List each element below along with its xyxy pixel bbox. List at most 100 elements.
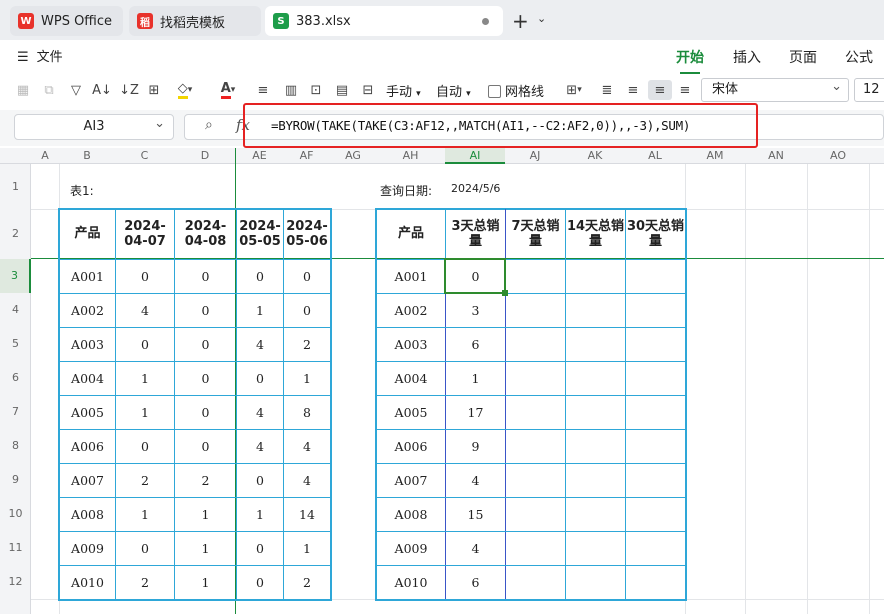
left-table-cell[interactable]: 0	[283, 293, 331, 328]
row-header-12[interactable]: 12	[0, 565, 31, 599]
calc-auto-button[interactable]: 自动 ▾	[436, 81, 471, 100]
right-table-cell[interactable]: A001	[376, 259, 446, 294]
row-header-1[interactable]: 1	[0, 164, 31, 209]
font-size-select[interactable]: 12	[854, 78, 884, 102]
right-table-cell[interactable]: 4	[445, 463, 506, 498]
right-table-cell[interactable]	[505, 395, 566, 430]
left-table-cell[interactable]: 1	[283, 361, 331, 396]
left-table-cell[interactable]: A005	[59, 395, 116, 430]
row-header-5[interactable]: 5	[0, 327, 31, 361]
font-name-select[interactable]: 宋体	[701, 76, 849, 102]
right-table-cell[interactable]: A004	[376, 361, 446, 396]
left-table-cell[interactable]: A004	[59, 361, 116, 396]
right-table-header-cell[interactable]: 产品	[376, 209, 446, 260]
col-header-am[interactable]: AM	[685, 148, 745, 164]
row-header-3[interactable]: 3	[0, 259, 31, 293]
tab-list-chevron-icon[interactable]: ⌄	[537, 12, 546, 25]
sort-ascending-icon[interactable]: A↓	[92, 80, 112, 100]
ribbon-tab-page[interactable]: 页面	[789, 47, 817, 67]
right-table-cell[interactable]: A009	[376, 531, 446, 566]
left-table-cell[interactable]: A002	[59, 293, 116, 328]
right-table-cell[interactable]: 6	[445, 565, 506, 600]
left-table-cell[interactable]: 4	[236, 395, 284, 430]
right-table-cell[interactable]	[505, 531, 566, 566]
align-left-icon[interactable]: ≡	[624, 80, 642, 100]
freeze-icon[interactable]: ⊟	[359, 80, 377, 100]
right-table-cell[interactable]	[565, 565, 626, 600]
right-table-cell[interactable]	[505, 259, 566, 294]
right-table-cell[interactable]: A005	[376, 395, 446, 430]
left-table-cell[interactable]: 1	[174, 497, 237, 532]
right-table-cell[interactable]: A008	[376, 497, 446, 532]
right-table-cell[interactable]	[625, 327, 686, 362]
left-table-cell[interactable]: 0	[174, 361, 237, 396]
fill-down-icon[interactable]: ⊡	[307, 80, 325, 100]
col-header-ah[interactable]: AH	[376, 148, 445, 164]
right-table-header-cell[interactable]: 30天总销量	[625, 209, 686, 260]
font-color-icon[interactable]: A ▾	[214, 80, 242, 100]
right-table-cell[interactable]	[565, 259, 626, 294]
left-table-cell[interactable]: 8	[283, 395, 331, 430]
left-table-cell[interactable]: A003	[59, 327, 116, 362]
left-table-cell[interactable]: 4	[236, 429, 284, 464]
left-table-cell[interactable]: A006	[59, 429, 116, 464]
wrap-text-icon[interactable]: ≡	[254, 80, 272, 100]
left-table-header-cell[interactable]: 2024-05-06	[283, 209, 331, 260]
right-table-cell[interactable]: A002	[376, 293, 446, 328]
right-table-cell[interactable]: 1	[445, 361, 506, 396]
left-table-cell[interactable]: 1	[174, 531, 237, 566]
fill-handle[interactable]	[502, 290, 508, 296]
fill-color-icon[interactable]: ◇ ▾	[172, 80, 198, 100]
row-header-11[interactable]: 11	[0, 531, 31, 565]
right-table-cell[interactable]	[505, 327, 566, 362]
col-header-ao[interactable]: AO	[807, 148, 869, 164]
left-table-cell[interactable]: 1	[174, 565, 237, 600]
col-header-ag[interactable]: AG	[330, 148, 376, 164]
col-header-ai[interactable]: AI	[445, 148, 505, 164]
align-center-icon[interactable]: ≡	[648, 80, 672, 100]
col-header-ae[interactable]: AE	[236, 148, 283, 164]
left-table-cell[interactable]: 4	[115, 293, 175, 328]
filter-icon[interactable]: ▽	[67, 80, 85, 100]
col-header-an[interactable]: AN	[745, 148, 807, 164]
calc-manual-button[interactable]: 手动 ▾	[386, 81, 421, 100]
col-header-ak[interactable]: AK	[565, 148, 625, 164]
right-table-cell[interactable]	[625, 361, 686, 396]
right-table-cell[interactable]: A003	[376, 327, 446, 362]
right-table-cell[interactable]	[565, 293, 626, 328]
left-table-header-cell[interactable]: 产品	[59, 209, 116, 260]
row-header-2[interactable]: 2	[0, 209, 31, 259]
ribbon-tab-home[interactable]: 开始	[676, 47, 704, 74]
left-table-cell[interactable]: A009	[59, 531, 116, 566]
cell-style-icon[interactable]: ⊞ ▾	[561, 80, 587, 100]
right-table-cell[interactable]	[625, 395, 686, 430]
left-table-cell[interactable]: 0	[236, 463, 284, 498]
left-table-cell[interactable]: 2	[115, 565, 175, 600]
left-table-cell[interactable]: 2	[174, 463, 237, 498]
left-table-cell[interactable]: 0	[236, 361, 284, 396]
right-table-cell[interactable]	[625, 497, 686, 532]
left-table-cell[interactable]: 0	[174, 259, 237, 294]
left-table-cell[interactable]: 0	[174, 429, 237, 464]
left-table-header-cell[interactable]: 2024-04-07	[115, 209, 175, 260]
left-table-cell[interactable]: 1	[115, 395, 175, 430]
name-box[interactable]: AI3	[14, 112, 174, 140]
left-table-cell[interactable]: 0	[174, 327, 237, 362]
right-table-header-cell[interactable]: 7天总销量	[505, 209, 566, 260]
right-table-cell[interactable]	[625, 293, 686, 328]
left-table-cell[interactable]: 1	[236, 293, 284, 328]
right-table-cell[interactable]	[565, 429, 626, 464]
number-format-icon[interactable]: ▦	[14, 80, 32, 100]
right-table-cell[interactable]	[505, 361, 566, 396]
left-table-cell[interactable]: 0	[115, 259, 175, 294]
right-table-cell[interactable]: 17	[445, 395, 506, 430]
right-table-cell[interactable]: A010	[376, 565, 446, 600]
right-table-header-cell[interactable]: 3天总销量	[445, 209, 506, 260]
row-header-6[interactable]: 6	[0, 361, 31, 395]
left-table-cell[interactable]: 1	[236, 497, 284, 532]
left-table-cell[interactable]: 14	[283, 497, 331, 532]
row-header-8[interactable]: 8	[0, 429, 31, 463]
align-right-icon[interactable]: ≡	[676, 80, 694, 100]
tab-wps-office[interactable]: W WPS Office	[10, 6, 123, 36]
left-table-cell[interactable]: 2	[115, 463, 175, 498]
